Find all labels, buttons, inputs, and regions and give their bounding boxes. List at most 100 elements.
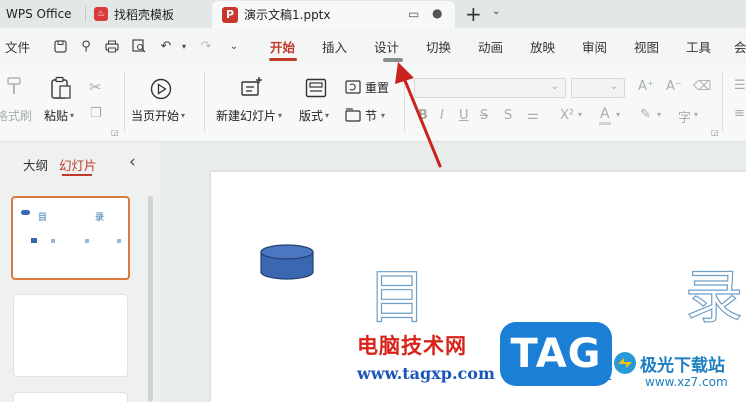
- highlight-icon[interactable]: ✎: [640, 107, 651, 122]
- thumb-title-right: 录: [95, 213, 105, 223]
- menu-slideshow-label: 放映: [530, 39, 556, 55]
- watermark-xz-cn: 极光下载站: [640, 356, 725, 376]
- tab-list-chevron-icon[interactable]: ⌄: [492, 6, 500, 17]
- strikethrough-icon[interactable]: S: [480, 108, 488, 123]
- cylinder-shape[interactable]: [259, 244, 315, 282]
- share-link-icon[interactable]: ⚲: [78, 38, 94, 54]
- new-slide-button[interactable]: 新建幻灯片 ▾: [216, 107, 282, 124]
- menu-insert[interactable]: 插入: [322, 28, 347, 64]
- underline-icon[interactable]: U: [459, 108, 469, 123]
- text-color-swatch: [599, 122, 611, 125]
- decrease-font-icon[interactable]: A⁻: [666, 79, 682, 94]
- format-painter-button[interactable]: 格式刷: [0, 107, 32, 124]
- watermark-tag-tail: [598, 370, 612, 380]
- slide-title-right-char[interactable]: 录: [684, 250, 743, 334]
- format-painter-icon: [6, 76, 24, 101]
- thumb-cylinder-shape: [21, 210, 30, 215]
- slide-thumbnail-1[interactable]: 目 录: [11, 196, 130, 280]
- font-size-select[interactable]: ⌄: [571, 78, 625, 98]
- paste-dropdown-icon: ▾: [70, 111, 75, 120]
- undo-dropdown-icon[interactable]: ▾: [176, 38, 192, 54]
- from-current-label: 当页开始: [131, 109, 180, 123]
- panel-scrollbar[interactable]: [148, 196, 153, 402]
- tab-slides[interactable]: 幻灯片: [59, 155, 97, 174]
- pptx-file-icon: P: [222, 6, 238, 23]
- text-color-icon[interactable]: A: [600, 106, 610, 122]
- menu-more[interactable]: 会: [734, 28, 746, 64]
- clear-format-icon[interactable]: ⌫: [693, 79, 711, 94]
- menu-home-label: 开始: [270, 39, 296, 55]
- redo-icon[interactable]: ↷: [198, 38, 214, 54]
- print-preview-icon[interactable]: [131, 38, 147, 54]
- thumb-item-marker: [31, 238, 37, 243]
- ribbon-separator: [722, 72, 723, 132]
- save-icon[interactable]: [52, 38, 68, 54]
- collapse-panel-button[interactable]: ‹: [129, 152, 136, 172]
- tab-template-label: 找稻壳模板: [114, 7, 175, 22]
- phonetic-dropdown-icon[interactable]: ▾: [694, 110, 698, 119]
- slide-title-left-char[interactable]: 目: [367, 250, 426, 334]
- copy-icon[interactable]: ❐: [90, 106, 102, 121]
- watermark-site-cn: 电脑技术网: [357, 334, 467, 358]
- menu-slideshow[interactable]: 放映: [530, 28, 555, 64]
- tab-outline[interactable]: 大纲: [23, 155, 48, 174]
- cut-icon[interactable]: ✂: [89, 78, 102, 96]
- from-current-dropdown-icon: ▾: [181, 111, 186, 120]
- clipboard-expand-icon[interactable]: ◲: [111, 128, 119, 137]
- new-slide-label: 新建幻灯片: [216, 109, 277, 123]
- menu-more-label: 会: [734, 39, 746, 55]
- xz-logo-icon: [614, 352, 636, 374]
- print-icon[interactable]: [104, 38, 120, 54]
- menu-file[interactable]: 文件: [5, 28, 30, 64]
- more-commands-chevron-icon[interactable]: ⌄: [226, 38, 242, 54]
- tab-document-label: 演示文稿1.pptx: [244, 8, 331, 22]
- daoke-logo-icon: ♨: [94, 7, 108, 21]
- layout-button[interactable]: 版式 ▾: [299, 107, 329, 124]
- menu-tools-label: 工具: [686, 39, 712, 55]
- watermark-xz-url: www.xz7.com: [645, 375, 728, 389]
- bullet-list-icon[interactable]: ☰: [734, 78, 746, 93]
- monitor-icon[interactable]: ▭: [408, 7, 419, 21]
- tab-template[interactable]: ♨ 找稻壳模板: [86, 0, 210, 28]
- thumb-item-marker: [51, 239, 55, 243]
- menu-design-label: 设计: [374, 39, 400, 55]
- tab-slides-underline: [62, 174, 92, 176]
- menu-review[interactable]: 审阅: [582, 28, 607, 64]
- layout-icon: [305, 78, 327, 101]
- tab-wps-office[interactable]: WPS Office: [0, 0, 86, 28]
- from-current-button[interactable]: 当页开始 ▾: [131, 107, 185, 124]
- slide-thumbnail-2[interactable]: [13, 294, 128, 377]
- paste-icon: [50, 76, 72, 103]
- menu-transitions-label: 切换: [426, 39, 452, 55]
- menu-review-label: 审阅: [582, 39, 608, 55]
- superscript-icon[interactable]: X²: [560, 108, 574, 123]
- menu-animations[interactable]: 动画: [478, 28, 503, 64]
- text-color-dropdown-icon[interactable]: ▾: [616, 110, 620, 119]
- ribbon-separator: [204, 72, 205, 132]
- tab-document[interactable]: P 演示文稿1.pptx ▭ ●: [212, 1, 455, 28]
- paste-label: 粘贴: [44, 109, 69, 123]
- thumb-title-left: 目: [38, 213, 48, 223]
- font-expand-icon[interactable]: ◲: [711, 128, 719, 137]
- ribbon-separator: [124, 72, 125, 132]
- increase-font-icon[interactable]: A⁺: [638, 79, 654, 94]
- superscript-dropdown-icon[interactable]: ▾: [578, 110, 582, 119]
- format-painter-label: 格式刷: [0, 109, 33, 123]
- section-label: 节: [365, 109, 378, 123]
- menu-view[interactable]: 视图: [634, 28, 659, 64]
- menu-view-label: 视图: [634, 39, 660, 55]
- highlight-dropdown-icon[interactable]: ▾: [657, 110, 661, 119]
- undo-icon[interactable]: ↶: [158, 38, 174, 54]
- unsaved-dot-icon[interactable]: ●: [432, 6, 442, 20]
- watermark-tag-text: TAG: [510, 331, 602, 377]
- phonetic-icon[interactable]: 字: [678, 107, 691, 126]
- font-color-group-icon[interactable]: ⚌: [527, 108, 539, 123]
- new-tab-button[interactable]: +: [465, 2, 482, 26]
- align-left-icon[interactable]: ≡: [734, 106, 745, 121]
- slide-thumbnail-3[interactable]: [13, 392, 128, 402]
- text-shadow-icon[interactable]: S: [504, 108, 512, 123]
- paste-button[interactable]: 粘贴 ▾: [44, 107, 74, 124]
- menu-animations-label: 动画: [478, 39, 504, 55]
- play-from-current-icon: [150, 78, 172, 103]
- menu-tools[interactable]: 工具: [686, 28, 711, 64]
